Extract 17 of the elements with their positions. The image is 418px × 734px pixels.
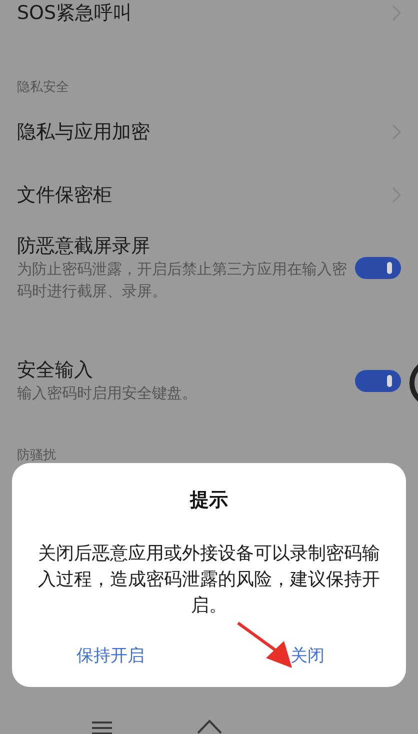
toggle-switch[interactable]: [355, 257, 401, 279]
dialog-button[interactable]: 关闭: [209, 639, 406, 673]
section-header: 防骚扰: [17, 448, 56, 463]
setting-title: 安全输入: [17, 358, 94, 382]
toggle-switch[interactable]: [355, 370, 401, 392]
setting-title: 防恶意截屏录屏: [17, 234, 151, 258]
setting-description: 为防止密码泄露，开启后禁止第三方应用在输入密码时进行截屏、录屏。: [17, 259, 348, 302]
dialog-message: 关闭后恶意应用或外接设备可以录制密码输入过程，造成密码泄露的风险，建议保持开启。: [37, 542, 381, 618]
dialog-title: 提示: [188, 488, 229, 512]
setting-title[interactable]: 隐私与应用加密: [17, 120, 150, 144]
setting-title[interactable]: 文件保密柜: [17, 182, 112, 206]
setting-title[interactable]: SOS紧急呼叫: [17, 1, 132, 25]
dialog-button[interactable]: 保持开启: [12, 639, 209, 673]
section-header: 隐私安全: [17, 80, 69, 95]
menu-icon[interactable]: [92, 721, 112, 734]
home-icon[interactable]: [196, 718, 223, 734]
setting-description: 输入密码时启用安全键盘。: [17, 383, 197, 404]
